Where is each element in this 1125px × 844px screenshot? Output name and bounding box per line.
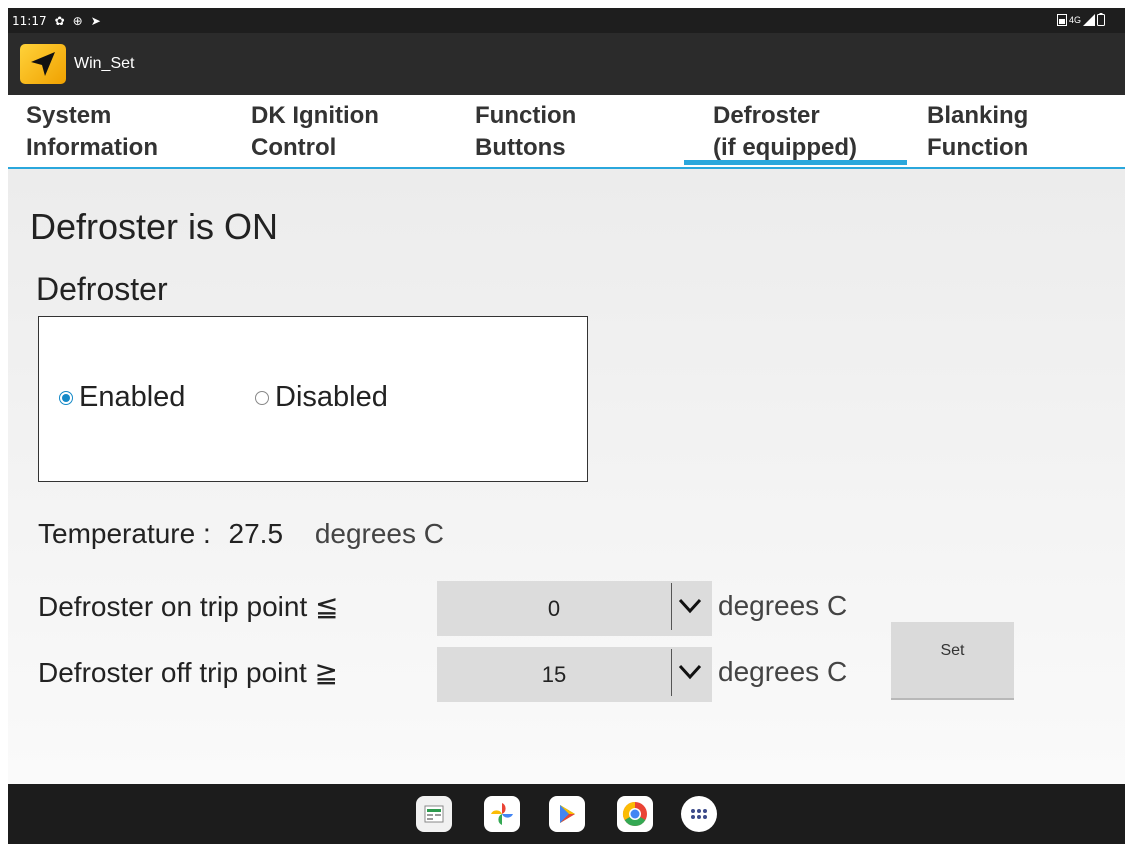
radio-enabled[interactable]: Enabled [59,381,185,414]
chrome-icon[interactable] [617,796,653,832]
photos-icon[interactable] [484,796,520,832]
temperature-value: 27.5 [228,518,284,549]
off-trip-unit: degrees C [718,656,848,687]
tab-dk-ignition-control[interactable]: DK Ignition Control [251,100,379,164]
set-button[interactable]: Set [891,622,1014,700]
chevron-down-icon [678,598,702,614]
radio-unchecked-icon [255,390,269,405]
dropdown-divider [671,649,672,696]
status-icons: 4G [1056,13,1105,26]
play-store-icon[interactable] [549,796,585,832]
defroster-status: Defroster is ON [30,206,279,247]
radio-disabled[interactable]: Disabled [255,381,388,414]
radio-enabled-label: Enabled [79,381,186,413]
temperature-row: Temperature : 27.5 degrees C [38,518,444,550]
defroster-panel: Defroster is ON Defroster Enabled Disabl… [8,169,1125,784]
tab-label: Blanking [927,102,1029,129]
tab-defroster[interactable]: Defroster (if equipped) [713,100,857,164]
signal-icon [1083,13,1095,26]
taskbar [8,784,1125,844]
location-icon: ➤ [90,13,101,28]
sheets-icon[interactable] [416,796,452,832]
tab-label: Buttons [475,134,566,161]
tab-label: Function [927,134,1029,161]
on-trip-label: Defroster on trip point ≦ [38,591,339,622]
app-title: Win_Set [74,55,135,72]
tab-label: System [26,102,112,129]
tab-bar: System Information DK Ignition Control F… [8,95,1125,169]
tab-label: DK Ignition [251,102,379,129]
defroster-section-label: Defroster [36,271,168,307]
status-bar: 11:17 ✿ ⊕ ➤ 4G [8,8,1125,33]
tab-label: Function [475,102,577,129]
defroster-radio-group: Enabled Disabled [38,316,588,482]
sim-icon [1056,13,1067,26]
tab-blanking-function[interactable]: Blanking Function [927,100,1028,164]
signal-4g-icon: 4G [1068,14,1081,25]
off-trip-dropdown[interactable]: 15 [437,647,712,702]
radio-disabled-label: Disabled [275,381,388,413]
app-bar: Win_Set [8,33,1125,95]
on-trip-value: 0 [547,596,561,621]
tab-system-information[interactable]: System Information [26,100,158,164]
navigation-arrow-icon [20,44,66,84]
off-trip-value: 15 [541,662,567,687]
battery-icon [1097,13,1105,26]
clock: 11:17 [12,13,47,28]
sync-icon: ⊕ [72,13,83,28]
temperature-unit: degrees C [314,518,444,549]
gear-icon: ✿ [54,13,65,28]
on-trip-dropdown[interactable]: 0 [437,581,712,636]
on-trip-unit: degrees C [718,590,848,621]
tab-label: Information [26,134,158,161]
chevron-down-icon [678,664,702,680]
tab-label: Defroster [713,102,820,129]
active-tab-indicator [684,160,907,165]
app-drawer-icon[interactable] [681,796,717,832]
off-trip-label: Defroster off trip point ≧ [38,657,338,688]
dropdown-divider [671,583,672,630]
temperature-label: Temperature : [38,518,211,549]
radio-checked-icon [59,390,73,405]
tab-label: Control [251,134,337,161]
tab-function-buttons[interactable]: Function Buttons [475,100,576,164]
